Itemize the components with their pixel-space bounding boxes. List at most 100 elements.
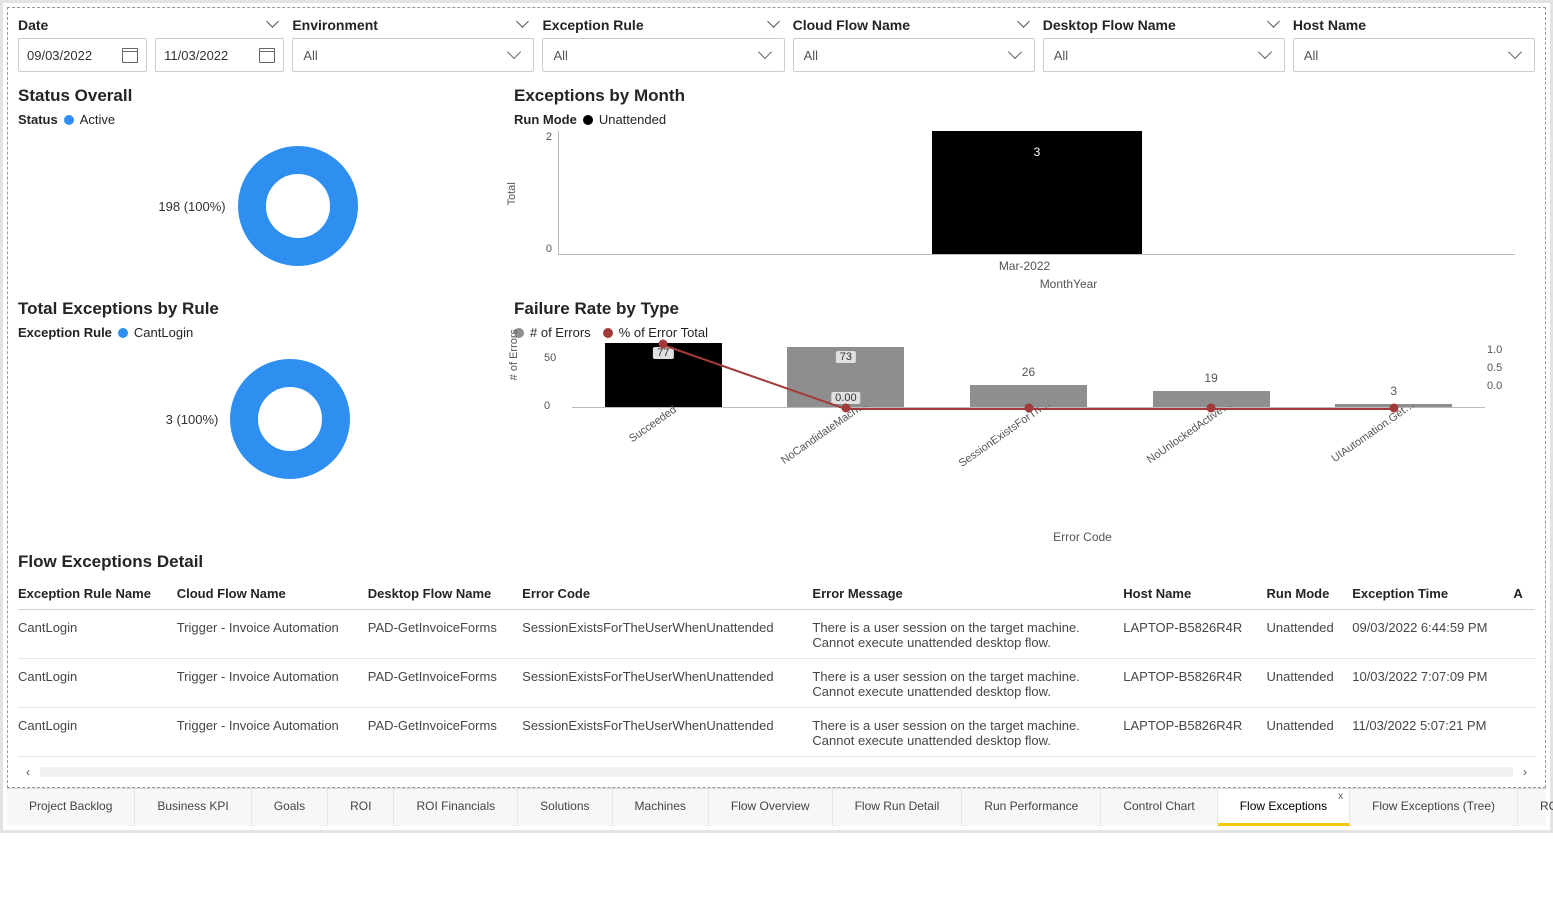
tab-flow-overview[interactable]: Flow Overview: [709, 789, 833, 826]
scroll-right-icon[interactable]: ›: [1519, 765, 1531, 779]
col-msg[interactable]: Error Message: [812, 578, 1123, 610]
cell-code: SessionExistsForTheUserWhenUnattended: [522, 708, 812, 757]
close-icon[interactable]: x: [1338, 791, 1343, 802]
col-cloud[interactable]: Cloud Flow Name: [177, 578, 368, 610]
filter-exception-rule: Exception Rule All: [542, 16, 784, 72]
chart-column: 19NoUnlockedActive…: [1120, 344, 1303, 407]
cell-time: 09/03/2022 6:44:59 PM: [1352, 610, 1513, 659]
filters-row: Date 09/03/2022 11/03/2022 Environment: [18, 14, 1535, 80]
chevron-down-icon[interactable]: [268, 21, 280, 29]
report-tabs-bar: Project BacklogBusiness KPIGoalsROIROI F…: [7, 788, 1546, 826]
table-row[interactable]: CantLoginTrigger - Invoice AutomationPAD…: [18, 708, 1535, 757]
tab-business-kpi[interactable]: Business KPI: [135, 789, 251, 826]
tab-solutions[interactable]: Solutions: [518, 789, 612, 826]
trend-point: [1024, 404, 1033, 413]
chevron-down-icon[interactable]: [518, 21, 530, 29]
table-row[interactable]: CantLoginTrigger - Invoice AutomationPAD…: [18, 659, 1535, 708]
desktop-flow-value: All: [1054, 48, 1068, 63]
exceptions-by-month-visual[interactable]: Exceptions by Month Run Mode Unattended …: [514, 86, 1535, 291]
failure-legend1: # of Errors: [530, 325, 591, 340]
filter-environment-label: Environment: [292, 17, 378, 33]
cell-rule: CantLogin: [18, 610, 177, 659]
tab-flow-run-detail[interactable]: Flow Run Detail: [833, 789, 963, 826]
tab-project-backlog[interactable]: Project Backlog: [7, 789, 135, 826]
cell-host: LAPTOP-B5826R4R: [1123, 610, 1266, 659]
tab-machines[interactable]: Machines: [613, 789, 709, 826]
y-axis-label: Total: [506, 182, 518, 205]
col-a[interactable]: A: [1513, 578, 1535, 610]
chevron-down-icon: [1010, 50, 1024, 60]
cloud-flow-dropdown[interactable]: All: [793, 38, 1035, 72]
y2-tick: 0.0: [1487, 380, 1517, 398]
tab-goals[interactable]: Goals: [252, 789, 328, 826]
y-tick: 0: [532, 243, 552, 255]
cell-a: [1513, 708, 1535, 757]
calendar-icon[interactable]: [122, 48, 138, 63]
exceptions-donut-chart: [230, 359, 350, 479]
filter-desktop-flow-label: Desktop Flow Name: [1043, 17, 1176, 33]
bar-value-label: 26: [1022, 365, 1035, 379]
trend-line-segment: [1211, 408, 1394, 410]
col-desktop[interactable]: Desktop Flow Name: [368, 578, 522, 610]
exceptions-donut-label: 3 (100%): [166, 412, 219, 427]
trend-line-segment: [846, 408, 1029, 410]
exception-rule-dropdown[interactable]: All: [542, 38, 784, 72]
x-axis-label: MonthYear: [558, 277, 1553, 291]
tab-run-performance[interactable]: Run Performance: [962, 789, 1101, 826]
cell-msg: There is a user session on the target ma…: [812, 659, 1123, 708]
flow-exceptions-detail-visual[interactable]: Flow Exceptions Detail Exception Rule Na…: [18, 552, 1535, 781]
tab-roi[interactable]: ROI: [328, 789, 394, 826]
cell-mode: Unattended: [1267, 610, 1353, 659]
chevron-down-icon[interactable]: [1269, 21, 1281, 29]
chevron-down-icon: [509, 50, 523, 60]
calendar-icon[interactable]: [259, 48, 275, 63]
col-rule[interactable]: Exception Rule Name: [18, 578, 177, 610]
failure-rate-visual[interactable]: Failure Rate by Type # of Errors % of Er…: [514, 299, 1535, 544]
col-mode[interactable]: Run Mode: [1267, 578, 1353, 610]
tab-roi-financials[interactable]: ROI Financials: [394, 789, 518, 826]
scroll-track[interactable]: [40, 767, 1513, 777]
exception-rule-series-name: CantLogin: [134, 325, 193, 340]
host-name-dropdown[interactable]: All: [1293, 38, 1535, 72]
cell-host: LAPTOP-B5826R4R: [1123, 708, 1266, 757]
chevron-down-icon[interactable]: [1019, 21, 1031, 29]
filter-cloud-flow: Cloud Flow Name All: [793, 16, 1035, 72]
status-overall-visual[interactable]: Status Overall Status Active 198 (100%): [18, 86, 498, 291]
y2-tick: 1.0: [1487, 344, 1517, 362]
table-row[interactable]: CantLoginTrigger - Invoice AutomationPAD…: [18, 610, 1535, 659]
cell-time: 11/03/2022 5:07:21 PM: [1352, 708, 1513, 757]
runmode-legend-label: Run Mode: [514, 112, 577, 127]
col-time[interactable]: Exception Time: [1352, 578, 1513, 610]
cell-host: LAPTOP-B5826R4R: [1123, 659, 1266, 708]
cell-mode: Unattended: [1267, 708, 1353, 757]
runmode-series-name: Unattended: [599, 112, 666, 127]
failure-legend2: % of Error Total: [619, 325, 708, 340]
total-exceptions-visual[interactable]: Total Exceptions by Rule Exception Rule …: [18, 299, 498, 544]
scroll-left-icon[interactable]: ‹: [22, 765, 34, 779]
bar-value-label: 3: [1390, 384, 1397, 398]
cell-msg: There is a user session on the target ma…: [812, 708, 1123, 757]
tab-control-chart[interactable]: Control Chart: [1101, 789, 1217, 826]
x-category: Mar-2022: [999, 259, 1050, 273]
chevron-down-icon: [1260, 50, 1274, 60]
date-end-input[interactable]: 11/03/2022: [155, 38, 284, 72]
date-end-value: 11/03/2022: [164, 48, 228, 63]
desktop-flow-dropdown[interactable]: All: [1043, 38, 1285, 72]
filter-exception-rule-label: Exception Rule: [542, 17, 643, 33]
horizontal-scrollbar[interactable]: ‹ ›: [18, 763, 1535, 781]
report-canvas: Date 09/03/2022 11/03/2022 Environment: [7, 7, 1546, 788]
date-start-input[interactable]: 09/03/2022: [18, 38, 147, 72]
col-code[interactable]: Error Code: [522, 578, 812, 610]
table-header-row: Exception Rule Name Cloud Flow Name Desk…: [18, 578, 1535, 610]
cell-code: SessionExistsForTheUserWhenUnattended: [522, 659, 812, 708]
exceptions-by-month-chart: Total 2 0 3 Mar-2022 MonthYear: [514, 131, 1535, 291]
tab-flow-exceptions[interactable]: Flow Exceptionsx: [1218, 789, 1350, 826]
chevron-down-icon[interactable]: [769, 21, 781, 29]
cell-a: [1513, 659, 1535, 708]
col-host[interactable]: Host Name: [1123, 578, 1266, 610]
filter-desktop-flow: Desktop Flow Name All: [1043, 16, 1285, 72]
tab-flow-exceptions-tree-[interactable]: Flow Exceptions (Tree): [1350, 789, 1518, 826]
environment-dropdown[interactable]: All: [292, 38, 534, 72]
tab-roi-calculations[interactable]: ROI Calculations: [1518, 789, 1553, 826]
cell-code: SessionExistsForTheUserWhenUnattended: [522, 610, 812, 659]
